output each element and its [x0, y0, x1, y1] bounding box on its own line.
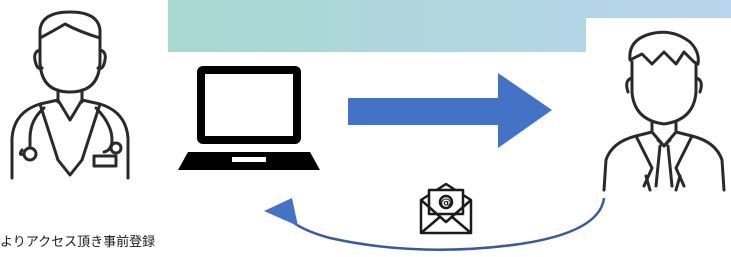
caption-text: よりアクセス頂き事前登録: [0, 235, 156, 250]
laptop-icon: [178, 66, 320, 170]
doctor-icon: [10, 10, 130, 180]
businessman-icon: [602, 30, 726, 192]
right-arrow-icon: [348, 73, 552, 148]
svg-text:@: @: [441, 196, 452, 209]
email-envelope-icon: @: [419, 182, 473, 235]
flow-diagram: @: [10, 10, 726, 252]
